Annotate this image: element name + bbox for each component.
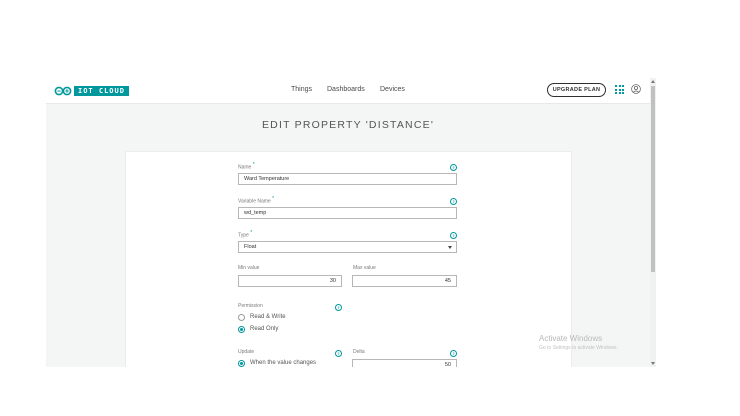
min-value-input[interactable]: 30 xyxy=(238,275,342,287)
when-value-changes-radio[interactable] xyxy=(238,360,245,367)
infinity-logo-icon xyxy=(54,86,72,95)
vertical-scrollbar[interactable] xyxy=(650,78,656,367)
read-write-radio[interactable] xyxy=(238,314,245,321)
brand-label: IOT CLOUD xyxy=(74,85,129,96)
read-only-label: Read Only xyxy=(250,326,279,332)
scroll-up-arrow-icon[interactable] xyxy=(651,80,655,83)
delta-input[interactable]: 50 xyxy=(352,359,457,367)
user-avatar-icon[interactable] xyxy=(631,84,641,94)
read-write-label: Read & Write xyxy=(250,314,286,320)
type-select-value: Float xyxy=(244,244,257,250)
scrollbar-thumb[interactable] xyxy=(651,86,655,272)
nav-things[interactable]: Things xyxy=(291,86,312,93)
chevron-down-icon xyxy=(448,246,452,249)
max-value-input[interactable]: 45 xyxy=(352,275,457,287)
min-value-label: Min value xyxy=(238,265,260,271)
page-title: EDIT PROPERTY 'DISTANCE' xyxy=(261,119,435,131)
delta-help-icon[interactable]: ? xyxy=(450,350,457,357)
activate-windows-subtitle: Go to Settings to activate Windows. xyxy=(539,345,618,351)
arduino-logo[interactable]: IOT CLOUD xyxy=(54,85,129,96)
type-label: Type * xyxy=(238,230,253,239)
read-only-radio[interactable] xyxy=(238,326,245,333)
update-label: Update xyxy=(238,349,255,355)
nav-devices[interactable]: Devices xyxy=(380,86,405,93)
when-value-changes-label: When the value changes xyxy=(250,360,317,366)
delta-label: Delta xyxy=(353,349,365,355)
type-help-icon[interactable]: ? xyxy=(450,232,457,239)
variable-name-label: Variable Name * xyxy=(238,196,275,205)
update-help-icon[interactable]: ? xyxy=(335,350,342,357)
activate-windows-title: Activate Windows xyxy=(539,334,603,343)
apps-grid-icon[interactable] xyxy=(615,85,624,94)
permission-help-icon[interactable]: ? xyxy=(335,304,342,311)
iot-cloud-window: IOT CLOUD Things Dashboards Devices UPGR… xyxy=(46,78,650,367)
max-value-label: Max value xyxy=(353,265,376,271)
permission-label: Permission xyxy=(238,303,263,309)
property-form-card: Name * ? Ward Temperature Variable Name … xyxy=(125,151,572,367)
variable-name-help-icon[interactable]: ? xyxy=(450,198,457,205)
top-navbar: IOT CLOUD Things Dashboards Devices UPGR… xyxy=(46,78,650,104)
upgrade-plan-button[interactable]: UPGRADE PLAN xyxy=(547,83,606,97)
scroll-down-arrow-icon[interactable] xyxy=(651,362,655,365)
name-label: Name * xyxy=(238,162,255,171)
type-select[interactable]: Float xyxy=(238,241,457,253)
name-input[interactable]: Ward Temperature xyxy=(238,173,457,185)
name-help-icon[interactable]: ? xyxy=(450,164,457,171)
variable-name-input[interactable]: wd_temp xyxy=(238,207,457,219)
nav-dashboards[interactable]: Dashboards xyxy=(327,86,365,93)
